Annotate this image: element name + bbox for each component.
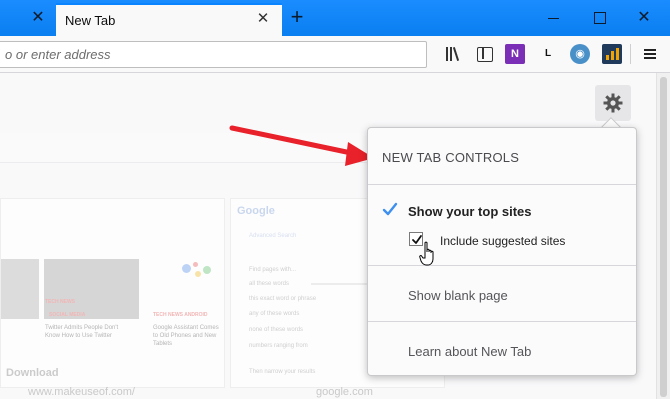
tile-tag: TECH NEWS ANDROID — [153, 312, 208, 318]
close-window-button[interactable]: ✕ — [632, 6, 656, 30]
new-tab-controls-panel: NEW TAB CONTROLS Show your top sites Inc… — [367, 127, 637, 376]
tile-thumbnail — [1, 259, 39, 319]
library-icon[interactable] — [442, 44, 462, 64]
tile-url: google.com — [316, 386, 373, 398]
divider — [368, 265, 636, 266]
google-field-label: any of these words — [249, 311, 300, 317]
nav-toolbar: N L ◉ — [0, 36, 670, 73]
maximize-button[interactable] — [588, 6, 612, 30]
google-field-line — [311, 283, 371, 285]
tab-new-tab[interactable]: New Tab ✕ — [56, 3, 282, 36]
tile-tag: TECH NEWS — [45, 299, 75, 305]
assistant-dots — [182, 262, 212, 282]
hand-cursor-icon — [419, 241, 434, 266]
l-extension-icon[interactable]: L — [538, 44, 558, 64]
google-field-label: all these words — [249, 281, 290, 287]
google-field-label: none of these words — [249, 327, 304, 333]
tile-caption: Google Assistant Comes to Old Phones and… — [153, 325, 219, 347]
tile-tag: SOCIAL MEDIA — [49, 312, 86, 318]
show-top-sites-option[interactable]: Show your top sites — [408, 204, 532, 219]
divider — [368, 321, 636, 322]
include-suggested-label[interactable]: Include suggested sites — [440, 234, 565, 248]
show-blank-page-option[interactable]: Show blank page — [408, 288, 508, 303]
tab-title: New Tab — [65, 13, 116, 28]
tile-thumbnail — [44, 259, 139, 319]
google-subtitle: Advanced Search — [249, 233, 297, 239]
url-bar[interactable] — [0, 41, 427, 68]
stats-extension-icon[interactable] — [602, 44, 622, 64]
toolbar-separator — [630, 44, 631, 64]
settings-gear-button[interactable] — [595, 85, 631, 121]
menu-icon[interactable] — [640, 44, 660, 64]
google-field-label: this exact word or phrase — [249, 296, 317, 302]
divider — [368, 184, 636, 185]
gear-icon — [603, 93, 623, 113]
annotation-arrow — [229, 125, 374, 166]
new-tab-button[interactable]: + — [284, 4, 310, 30]
address-input[interactable] — [5, 42, 420, 67]
sidebar-icon[interactable] — [474, 44, 494, 64]
scrollbar-thumb[interactable] — [660, 77, 667, 397]
close-tab-icon[interactable]: ✕ — [28, 8, 48, 28]
tile-url: www.makeuseof.com/ — [28, 386, 135, 398]
title-bar: ✕ New Tab ✕ + ✕ — [0, 0, 670, 36]
tile-caption: Twitter Admits People Don't Know How to … — [45, 325, 119, 339]
learn-about-new-tab-link[interactable]: Learn about New Tab — [408, 344, 531, 359]
onenote-icon[interactable]: N — [505, 44, 525, 64]
google-field-label: numbers ranging from — [249, 343, 308, 349]
checkmark-icon — [382, 202, 398, 216]
download-label: Download — [6, 367, 59, 379]
panel-title: NEW TAB CONTROLS — [382, 150, 520, 165]
close-tab-icon[interactable]: ✕ — [254, 10, 272, 28]
top-site-tile[interactable]: TECH NEWS SOCIAL MEDIA Twitter Admits Pe… — [0, 198, 225, 388]
wave-extension-icon[interactable]: ◉ — [570, 44, 590, 64]
page-scrollbar[interactable] — [656, 73, 670, 399]
minimize-button[interactable] — [542, 6, 566, 30]
google-field-label: Find pages with... — [249, 267, 297, 273]
google-logo: Google — [237, 205, 275, 217]
google-field-label: Then narrow your results — [249, 369, 316, 375]
